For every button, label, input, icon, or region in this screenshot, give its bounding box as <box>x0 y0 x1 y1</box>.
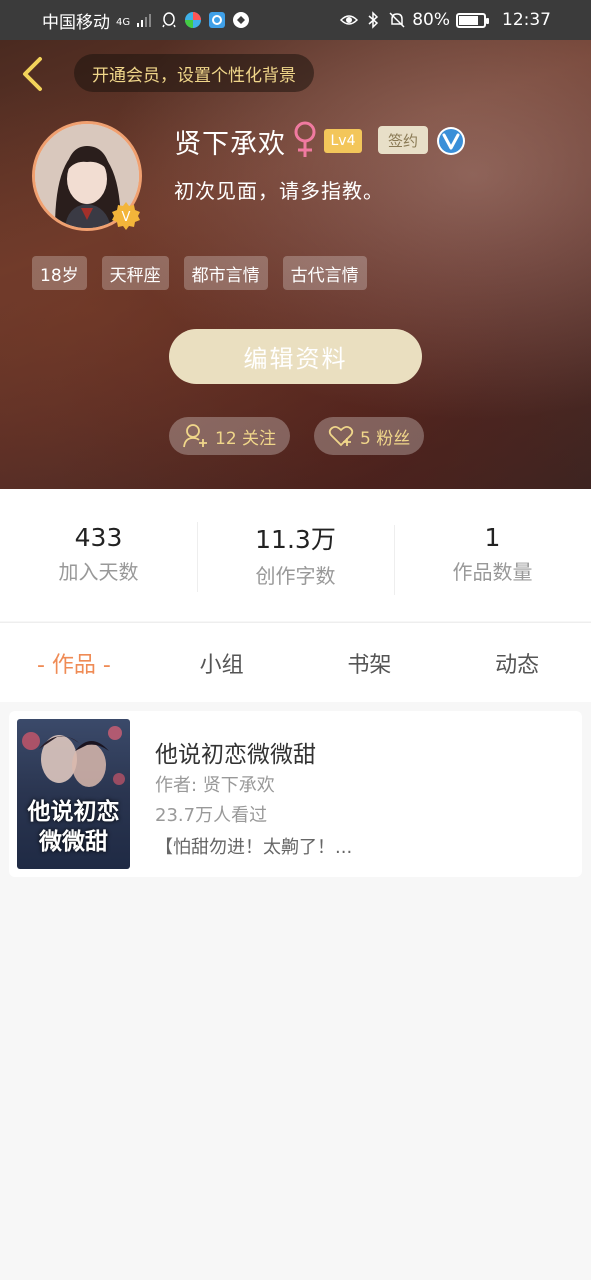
stat-value: 1 <box>484 523 501 552</box>
eye-icon <box>340 15 359 25</box>
stat-word-count: 11.3万 创作字数 <box>197 521 394 592</box>
level-badge: Lv4 <box>324 129 362 153</box>
status-bar: 中国移动 4G 80% 12:37 <box>0 0 591 40</box>
stat-works-count: 1 作品数量 <box>394 523 591 595</box>
book-title[interactable]: 他说初恋微微甜 <box>155 735 316 769</box>
stat-days-joined: 433 加入天数 <box>0 523 197 585</box>
clock: 12:37 <box>502 10 551 30</box>
signal-icon <box>137 14 152 27</box>
cover-title: 他说初恋 微微甜 <box>27 799 120 855</box>
fans-button[interactable]: 5 粉丝 <box>314 417 425 455</box>
stat-label: 加入天数 <box>58 560 139 584</box>
follow-stats-row: 12 关注 5 粉丝 <box>169 417 425 455</box>
qq-icon <box>162 12 176 28</box>
author-stats: 433 加入天数 11.3万 创作字数 1 作品数量 <box>0 489 591 621</box>
stat-value: 11.3万 <box>255 524 336 554</box>
add-user-icon <box>183 424 207 448</box>
profile-tabs: - 作品 - 小组 书架 动态 <box>0 622 591 702</box>
carrier-label: 中国移动 <box>42 12 110 33</box>
tab-groups[interactable]: 小组 <box>148 647 296 679</box>
edit-profile-button[interactable]: 编辑资料 <box>169 329 422 384</box>
app-pinwheel-icon <box>185 12 202 28</box>
profile-header: 开通会员，设置个性化背景 V 贤下承欢 Lv4 签约 初次见面，请多指教。 18… <box>0 40 591 489</box>
mute-bell-icon <box>389 12 405 28</box>
book-card[interactable]: 他说初恋 微微甜 他说初恋微微甜 作者: 贤下承欢 23.7万人看过 【怕甜勿进！… <box>9 711 582 877</box>
tag-zodiac: 天秤座 <box>101 256 169 290</box>
stat-value: 433 <box>74 523 123 552</box>
stat-label: 创作字数 <box>255 563 336 588</box>
tab-works[interactable]: - 作品 - <box>0 647 148 679</box>
svg-text:V: V <box>122 210 131 225</box>
tag-genre-ancient: 古代言情 <box>282 256 367 290</box>
network-label: 4G <box>116 16 131 28</box>
back-button[interactable] <box>16 54 48 94</box>
book-author: 作者: 贤下承欢 <box>155 775 275 796</box>
status-bar-left: 中国移动 4G <box>42 8 250 33</box>
book-cover[interactable]: 他说初恋 微微甜 <box>17 719 130 869</box>
verified-check-icon <box>437 127 465 155</box>
status-bar-right: 80% 12:37 <box>340 10 551 30</box>
tab-bookshelf[interactable]: 书架 <box>296 647 444 679</box>
stat-label: 作品数量 <box>452 560 533 584</box>
tag-age: 18岁 <box>32 256 87 290</box>
following-button[interactable]: 12 关注 <box>169 417 291 455</box>
app-square-icon <box>209 12 226 28</box>
tab-activity[interactable]: 动态 <box>443 647 591 679</box>
bluetooth-icon <box>368 11 379 29</box>
fans-count: 5 粉丝 <box>360 428 411 449</box>
heart-icon <box>328 425 354 447</box>
following-count: 12 关注 <box>215 428 277 449</box>
tag-genre-urban: 都市言情 <box>183 256 268 290</box>
username: 贤下承欢 <box>174 129 286 160</box>
chevron-left-icon <box>23 57 42 91</box>
female-gender-icon <box>294 121 316 157</box>
battery-icon <box>456 12 489 28</box>
bio-text: 初次见面，请多指教。 <box>174 179 384 203</box>
book-description: 【怕甜勿进！太齁了！... <box>155 837 353 858</box>
book-views: 23.7万人看过 <box>155 805 268 826</box>
app-circle-icon <box>233 12 250 28</box>
signed-author-badge: 签约 <box>378 126 428 154</box>
vip-background-banner[interactable]: 开通会员，设置个性化背景 <box>74 54 314 92</box>
profile-tags: 18岁 天秤座 都市言情 古代言情 <box>32 256 367 290</box>
battery-percent: 80% <box>412 10 450 30</box>
verified-v-badge-icon: V <box>112 202 140 230</box>
